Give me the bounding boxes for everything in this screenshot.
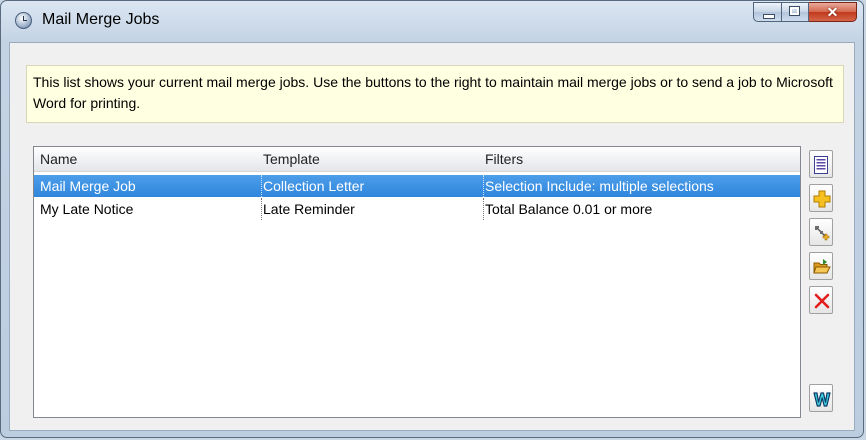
- close-button[interactable]: ✕: [809, 2, 857, 22]
- table-row[interactable]: Mail Merge Job Collection Letter Selecti…: [34, 175, 800, 197]
- list-header: Name Template Filters: [34, 147, 800, 172]
- delete-icon: [814, 293, 830, 309]
- caption-buttons: ✕: [753, 2, 857, 24]
- view-job-button[interactable]: [809, 150, 833, 178]
- copy-icon: [815, 226, 830, 241]
- copy-job-button[interactable]: [809, 218, 833, 246]
- window-title: Mail Merge Jobs: [42, 11, 160, 28]
- info-text: This list shows your current mail merge …: [33, 74, 833, 111]
- row-filters: Total Balance 0.01 or more: [483, 198, 652, 220]
- word-icon: [813, 392, 831, 407]
- column-header-name[interactable]: Name: [40, 147, 77, 171]
- maximize-icon: [789, 6, 800, 16]
- row-name: Mail Merge Job: [40, 178, 136, 194]
- add-job-button[interactable]: [809, 184, 833, 212]
- row-filters: Selection Include: multiple selections: [483, 175, 714, 197]
- title-bar[interactable]: Mail Merge Jobs ✕: [1, 1, 863, 41]
- info-panel: This list shows your current mail merge …: [26, 65, 844, 123]
- maximize-button[interactable]: [782, 2, 809, 22]
- close-icon: ✕: [826, 4, 839, 20]
- send-to-word-button[interactable]: [809, 384, 833, 412]
- row-name: My Late Notice: [40, 201, 134, 217]
- row-template: Collection Letter: [261, 175, 364, 197]
- minimize-button[interactable]: [753, 2, 782, 22]
- add-icon: [813, 190, 831, 208]
- minimize-icon: [763, 14, 775, 19]
- jobs-list[interactable]: Name Template Filters Mail Merge Job Col…: [33, 146, 801, 418]
- list-icon: [814, 156, 828, 174]
- column-header-template[interactable]: Template: [263, 147, 320, 171]
- clock-icon: [15, 12, 32, 29]
- delete-job-button[interactable]: [809, 286, 833, 314]
- open-job-button[interactable]: [809, 252, 833, 280]
- column-header-filters[interactable]: Filters: [485, 147, 523, 171]
- mail-merge-jobs-window: Mail Merge Jobs ✕ This list shows your c…: [0, 0, 864, 438]
- row-template: Late Reminder: [261, 198, 355, 220]
- table-row[interactable]: My Late Notice Late Reminder Total Balan…: [34, 198, 800, 220]
- open-folder-icon: [813, 259, 831, 274]
